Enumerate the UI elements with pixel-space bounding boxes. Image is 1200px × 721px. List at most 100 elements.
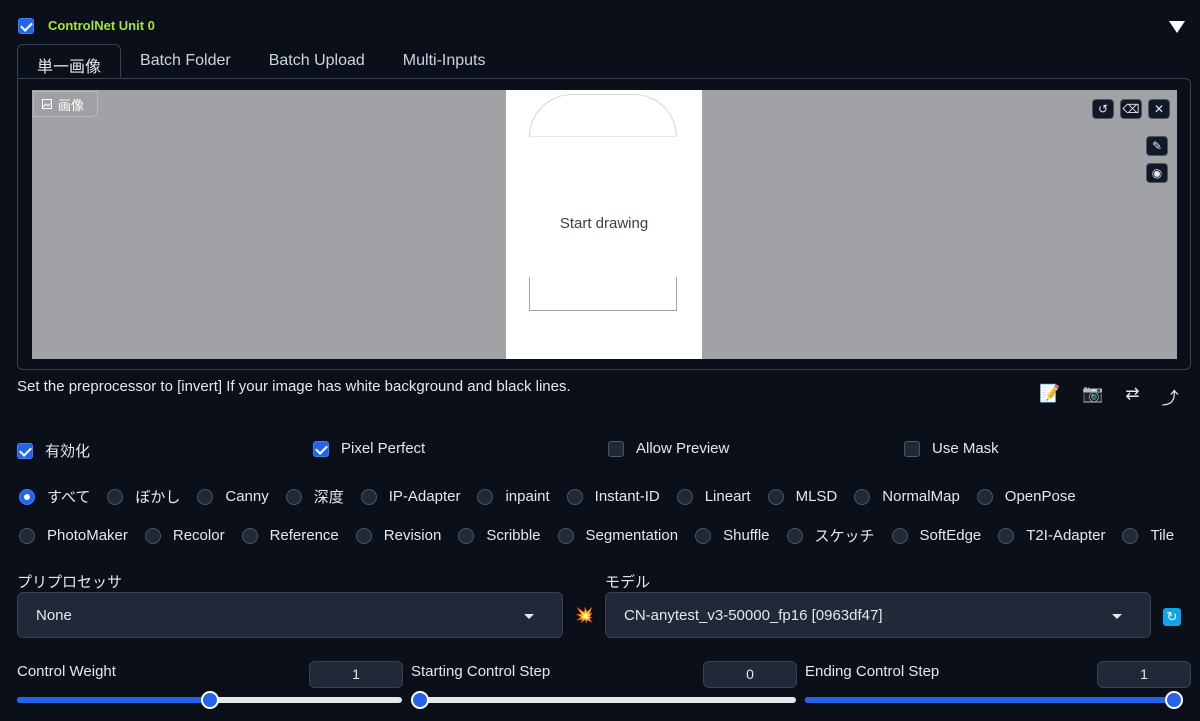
drawing-canvas[interactable]: Start drawing <box>506 90 702 359</box>
control-type-option[interactable]: MLSD <box>767 486 837 507</box>
control-type-option[interactable]: Canny <box>197 486 269 507</box>
control-type-option[interactable]: Lineart <box>676 486 751 507</box>
control-type-option[interactable]: Instant-ID <box>566 486 660 507</box>
control-type-radio[interactable] <box>355 527 372 544</box>
eraser-button[interactable]: ⌫ <box>1120 99 1142 119</box>
control-type-option[interactable]: Scribble <box>458 525 541 546</box>
control-type-radio[interactable] <box>1122 527 1139 544</box>
control-type-radio[interactable] <box>241 527 258 544</box>
slider-thumb[interactable] <box>201 691 219 709</box>
allow-preview-checkbox[interactable] <box>608 440 624 457</box>
send-dimensions-icon[interactable]: ⤴ <box>1162 384 1179 409</box>
close-icon: ✕ <box>1153 102 1165 116</box>
control-type-radio[interactable] <box>107 488 124 505</box>
use-mask-option[interactable]: Use Mask <box>904 440 999 457</box>
control-type-label: Lineart <box>704 488 751 505</box>
control-type-label: PhotoMaker <box>47 527 128 544</box>
control-type-radio[interactable] <box>976 488 993 505</box>
refresh-models-button[interactable]: ↻ <box>1163 608 1181 626</box>
model-select[interactable]: CN-anytest_v3-50000_fp16 [0963df47] <box>605 592 1151 638</box>
control-type-label: Shuffle <box>723 527 770 544</box>
canvas-guide-bottom <box>529 277 677 311</box>
control-type-option[interactable]: OpenPose <box>976 486 1076 507</box>
control-type-option[interactable]: Tile <box>1122 525 1174 546</box>
tab-single-image[interactable]: 単一画像 <box>17 44 122 78</box>
control-type-radio[interactable] <box>144 527 161 544</box>
collapse-triangle-icon[interactable] <box>1169 21 1185 33</box>
control-type-radio[interactable] <box>695 527 712 544</box>
control-type-option[interactable]: inpaint <box>477 486 550 507</box>
control-type-radio[interactable] <box>557 527 574 544</box>
control-type-option[interactable]: ぼかし <box>107 486 180 507</box>
control-type-radio[interactable] <box>786 527 803 544</box>
ending-step-input[interactable]: 1 <box>1097 661 1191 688</box>
control-type-option[interactable]: T2I-Adapter <box>998 525 1105 546</box>
control-weight-input[interactable]: 1 <box>309 661 403 688</box>
color-button[interactable]: ◉ <box>1146 163 1168 183</box>
pixel-perfect-checkbox[interactable] <box>313 440 329 457</box>
control-type-radio[interactable] <box>566 488 583 505</box>
notepad-icon[interactable]: 📝 <box>1039 384 1060 409</box>
control-weight-slider[interactable] <box>17 691 402 709</box>
tab-multi-inputs[interactable]: Multi-Inputs <box>384 44 505 78</box>
tab-batch-folder[interactable]: Batch Folder <box>121 44 250 78</box>
brush-button[interactable]: ✎ <box>1146 136 1168 156</box>
control-type-option[interactable]: Reference <box>241 525 339 546</box>
ending-step-label: Ending Control Step <box>805 663 940 680</box>
control-type-option[interactable]: NormalMap <box>854 486 960 507</box>
enable-label: 有効化 <box>45 443 91 460</box>
undo-button[interactable]: ↺ <box>1092 99 1114 119</box>
control-type-option[interactable]: IP-Adapter <box>360 486 460 507</box>
unit-enable-checkbox[interactable] <box>18 18 34 34</box>
starting-step-slider[interactable] <box>411 691 796 709</box>
control-type-label: Recolor <box>172 527 225 544</box>
pixel-perfect-label: Pixel Perfect <box>341 440 426 457</box>
ending-step-slider[interactable] <box>805 691 1183 709</box>
control-type-radio[interactable] <box>854 488 871 505</box>
control-type-option[interactable]: SoftEdge <box>891 525 982 546</box>
control-type-option[interactable]: Segmentation <box>557 525 678 546</box>
slider-thumb[interactable] <box>411 691 429 709</box>
enable-option[interactable]: 有効化 <box>17 440 90 461</box>
control-type-option[interactable]: スケッチ <box>786 525 875 546</box>
control-type-radio[interactable] <box>19 488 35 505</box>
control-type-radio[interactable] <box>477 488 494 505</box>
control-type-option[interactable]: 深度 <box>285 486 344 507</box>
control-type-label: Canny <box>225 488 269 505</box>
control-type-option[interactable]: Revision <box>355 525 441 546</box>
tab-batch-upload[interactable]: Batch Upload <box>250 44 384 78</box>
swap-icon[interactable]: ⇄ <box>1125 384 1139 409</box>
control-type-radio[interactable] <box>285 488 302 505</box>
brush-icon: ✎ <box>1151 139 1163 153</box>
control-type-option[interactable]: Recolor <box>144 525 225 546</box>
control-type-radio[interactable] <box>458 527 475 544</box>
control-type-option[interactable]: Shuffle <box>695 525 770 546</box>
use-mask-checkbox[interactable] <box>904 440 920 457</box>
control-type-radio[interactable] <box>767 488 784 505</box>
canvas-toolbar: ↺ ⌫ ✕ <box>1092 99 1170 119</box>
chevron-down-icon <box>1112 614 1122 619</box>
preprocessor-select[interactable]: None <box>17 592 563 638</box>
use-mask-label: Use Mask <box>932 440 999 457</box>
control-type-option[interactable]: すべて <box>19 486 90 507</box>
clear-button[interactable]: ✕ <box>1148 99 1170 119</box>
run-preprocessor-icon[interactable]: 💥 <box>575 606 594 624</box>
control-type-radio[interactable] <box>891 527 908 544</box>
camera-icon[interactable]: 📷 <box>1082 384 1103 409</box>
allow-preview-option[interactable]: Allow Preview <box>608 440 729 457</box>
control-type-radio[interactable] <box>360 488 377 505</box>
control-type-label: Scribble <box>486 527 541 544</box>
starting-step-input[interactable]: 0 <box>703 661 797 688</box>
pixel-perfect-option[interactable]: Pixel Perfect <box>313 440 425 457</box>
control-type-radio[interactable] <box>197 488 214 505</box>
control-type-label: SoftEdge <box>919 527 982 544</box>
enable-checkbox[interactable] <box>17 442 33 459</box>
eraser-icon: ⌫ <box>1122 102 1140 116</box>
control-type-label: inpaint <box>505 488 550 505</box>
starting-step-label: Starting Control Step <box>411 663 551 680</box>
control-type-radio[interactable] <box>998 527 1015 544</box>
control-type-radio[interactable] <box>19 527 35 544</box>
control-type-option[interactable]: PhotoMaker <box>19 525 128 546</box>
slider-thumb[interactable] <box>1165 691 1183 709</box>
control-type-radio[interactable] <box>676 488 693 505</box>
